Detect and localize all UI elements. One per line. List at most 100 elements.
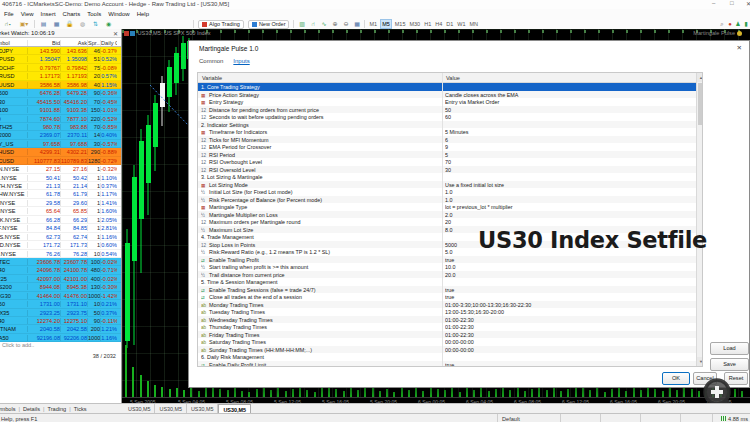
input-row[interactable]: 12Distance for pending orders from curre… — [198, 106, 696, 114]
menu-view[interactable]: View — [17, 11, 37, 17]
terminal-icon[interactable]: ◍ — [76, 20, 89, 29]
input-value[interactable]: 50 — [445, 107, 693, 113]
dialog-tab-inputs[interactable]: Inputs — [233, 58, 249, 64]
input-value[interactable]: 5 Minutes — [445, 129, 693, 135]
market-watch-row-MEX35[interactable]: MEX352923.252923.75500.37% — [0, 309, 121, 317]
input-row[interactable]: 12RSI Overbought Level70 — [198, 158, 696, 166]
input-value[interactable]: true — [445, 362, 693, 368]
column-daily-change[interactable]: Daily C... — [100, 40, 117, 46]
input-row[interactable]: abSaturday Trading Times00:00-00:00 — [198, 338, 696, 346]
input-row[interactable]: 12RSI Period5 — [198, 151, 696, 159]
input-value[interactable]: 20.0 — [445, 272, 693, 278]
market-watch-row-DE40[interactable]: DE4024096.7824100.78480-0.71% — [0, 266, 121, 274]
input-row[interactable]: ▦Timeframe for Indicators5 Minutes — [198, 128, 696, 136]
market-watch-row-AUS200[interactable]: AUS2008944.088945.38130-0.30% — [0, 283, 121, 291]
input-value[interactable]: 70 — [445, 159, 693, 165]
input-row[interactable]: abFriday Trading Times01:00-22:30 — [198, 331, 696, 339]
market-watch-row-UK100[interactable]: UK1009101.889103.38150-1.01% — [0, 106, 121, 114]
market-watch-row-SING30[interactable]: SING3041464.0041476.001000-1.42% — [0, 292, 121, 300]
ok-button[interactable]: OK — [662, 372, 690, 385]
market-watch-row-SA40[interactable]: SA4012274.2012275.1090-0.11% — [0, 317, 121, 325]
timeframe-h1[interactable]: H1 — [423, 20, 433, 28]
market-watch-row-USDJPY[interactable]: USDJPY143.590143.63646-0.37% — [0, 47, 121, 55]
input-row[interactable]: ½Risk Percentage of Balance (for Percent… — [198, 196, 696, 204]
menu-charts[interactable]: Charts — [59, 11, 84, 17]
market-watch-row-GBPUSD[interactable]: GBPUSD1.350471.35098510.52% — [0, 55, 121, 63]
input-row[interactable]: 12Maximum orders per Martingale round20 — [198, 218, 696, 226]
input-value[interactable]: 6 — [445, 137, 693, 143]
input-row[interactable]: abMonday Trading Times01:00-3:30;10:00-1… — [198, 301, 696, 309]
data-window-icon[interactable]: ▦ — [50, 20, 63, 29]
input-value[interactable]: 9 — [445, 144, 693, 150]
input-row[interactable]: 12Seconds to wait before updating pendin… — [198, 113, 696, 121]
line-chart-icon[interactable]: ∿ — [318, 20, 329, 29]
column-ask[interactable]: Ask — [60, 40, 87, 46]
market-watch-row-VIETNAM[interactable]: VIETNAM2040.582042.582001.21% — [0, 325, 121, 333]
table-scrollbar[interactable]: ▲ ▼ — [696, 73, 703, 366]
input-value[interactable]: 00:00-00:00 — [445, 347, 693, 353]
input-row[interactable]: ½Martingale Multiplier on Loss2.0 — [198, 211, 696, 219]
market-watch-row-PATH.NYSE[interactable]: PATH.NYSE21.1321.1410.37% — [0, 182, 121, 190]
input-value[interactable]: 1.0 — [445, 197, 693, 203]
input-row[interactable]: 1. Core Trading Strategy — [198, 83, 696, 91]
zoom-out-icon[interactable]: ⊖ — [340, 20, 351, 29]
mw-tab-trading[interactable]: Trading — [44, 406, 69, 412]
dialog-tab-common[interactable]: Common — [199, 58, 223, 64]
market-watch-row-BK.NYSE[interactable]: BK.NYSE29.5829.6011.41% — [0, 199, 121, 207]
input-value[interactable]: true — [445, 287, 693, 293]
column-spread[interactable]: Spr... — [87, 40, 100, 46]
dialog-close-icon[interactable]: ✕ — [737, 44, 742, 52]
scroll-up-icon[interactable]: ▲ — [697, 73, 703, 82]
new-chart-icon[interactable]: ⑁▾ — [0, 20, 16, 29]
market-watch-row-USDCHF[interactable]: USDCHF0.797670.7984275-0.08% — [0, 64, 121, 72]
input-value[interactable]: Candle closes across the EMA — [445, 92, 693, 98]
input-value[interactable]: 01:00-22:30 — [445, 317, 693, 323]
bar-chart-icon[interactable]: ▥ — [296, 20, 307, 29]
menu-window[interactable]: Window — [104, 11, 132, 17]
market-watch-row-EURUSD[interactable]: EURUSD1.171731.17193200.57% — [0, 72, 121, 80]
input-value[interactable]: 01:00-22:30 — [445, 332, 693, 338]
column-symbol[interactable]: Symbol — [0, 40, 27, 46]
menu-file[interactable]: File — [0, 11, 17, 17]
column-bid[interactable]: Bid — [27, 40, 60, 46]
tile-windows-icon[interactable]: ▦ — [351, 20, 362, 29]
search-icon[interactable]: ⌕ — [718, 20, 726, 29]
input-row[interactable]: abWednesday Trading Times01:00-22:30 — [198, 316, 696, 324]
input-row[interactable]: 5. Time & Session Management — [198, 278, 696, 286]
input-row[interactable]: 6. Daily Risk Management — [198, 353, 696, 361]
market-watch-row-SAN.NYSE[interactable]: SAN.NYSE27.1527.161-0.32% — [0, 165, 121, 173]
input-row[interactable]: 12Ticks for MFI Momentum6 — [198, 136, 696, 144]
input-value[interactable]: true — [445, 294, 693, 300]
load-button[interactable]: Load — [710, 342, 749, 355]
input-row[interactable]: ½Trail distance from current price20.0 — [198, 271, 696, 279]
input-value[interactable]: 01:00-3:30;10:00-13:30;16:30-22:30 — [445, 302, 693, 308]
input-value[interactable]: true — [445, 257, 693, 263]
strategy-tester-icon[interactable]: ◉ — [102, 20, 115, 29]
timeframe-mn[interactable]: MN — [468, 20, 480, 28]
input-row[interactable]: ▦Price Action StrategyCandle closes acro… — [198, 91, 696, 99]
input-value[interactable]: 1.0 — [445, 189, 693, 195]
input-row[interactable]: 12EMA Period for Crossover9 — [198, 143, 696, 151]
market-watch-row-MRK.NYSE[interactable]: MRK.NYSE66.2866.2912.05% — [0, 216, 121, 224]
market-watch-row-XAUUSD[interactable]: XAUUSD3586.583586.98401.15% — [0, 81, 121, 89]
input-row[interactable]: abThursday Trading Times01:00-22:30 — [198, 323, 696, 331]
market-watch-row-KO.NYSE[interactable]: KO.NYSE76.2676.28100.54% — [0, 250, 121, 258]
input-row[interactable]: ⇄Close all trades at the end of a sessio… — [198, 293, 696, 301]
click-to-add-row[interactable]: Click to add.. — [0, 342, 121, 350]
market-watch-row-SU.NYSE[interactable]: SU.NYSE65.6465.8511.60% — [0, 207, 121, 215]
menu-insert[interactable]: Insert — [37, 11, 59, 17]
menu-tools[interactable]: Tools — [83, 11, 104, 17]
input-row[interactable]: ▦Martingale Typelot = previous_lot * mul… — [198, 203, 696, 211]
market-watch-row-MCD.NYSE[interactable]: MCD.NYSE171.72171.7310.60% — [0, 241, 121, 249]
market-watch-row-BTCUSD[interactable]: BTCUSD110777.83110789.831280-0.72% — [0, 157, 121, 165]
input-value[interactable]: 2.0 — [445, 212, 693, 218]
market-watch-row-US2000[interactable]: US20002369.072370.11140.40% — [0, 131, 121, 139]
timeframe-h4[interactable]: H4 — [434, 20, 444, 28]
input-row[interactable]: 2. Indicator Settings — [198, 121, 696, 129]
market-watch-row-US30[interactable]: US3045415.5045416.2070-0.45% — [0, 98, 121, 106]
input-row[interactable]: 12RSI Oversold Level30 — [198, 166, 696, 174]
market-watch-row-SCHW.NYSE[interactable]: SCHW.NYSE61.7861.7911.17% — [0, 190, 121, 198]
input-row[interactable]: ▦Lot Sizing ModeUse a fixed initial lot … — [198, 181, 696, 189]
market-watch-row-BRA50[interactable]: BRA5092196.0892206.0810001.16% — [0, 334, 121, 342]
input-row[interactable]: ½Start trailing when profit is >= this a… — [198, 263, 696, 271]
